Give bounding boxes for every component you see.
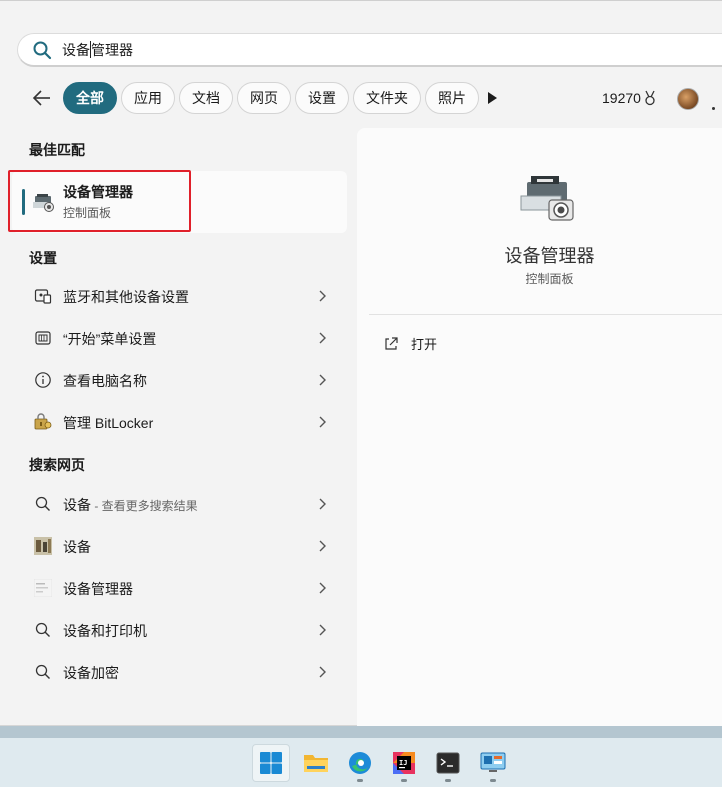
- web-thumbnail-icon: [34, 579, 52, 597]
- search-icon: [35, 622, 50, 637]
- filter-documents[interactable]: 文档: [179, 82, 233, 114]
- search-value-after-caret: 管理器: [91, 41, 133, 58]
- running-indicator: [357, 779, 363, 782]
- settings-item-label: 管理 BitLocker: [63, 415, 154, 431]
- filter-chips: 全部 应用 文档 网页 设置 文件夹 照片: [63, 82, 479, 114]
- open-action-label: 打开: [411, 337, 438, 352]
- chevron-right-icon: [319, 498, 326, 510]
- search-input[interactable]: 设备管理器: [62, 40, 133, 60]
- search-icon: [33, 41, 52, 59]
- rewards-points-value: 19270: [602, 90, 641, 106]
- web-item-device[interactable]: 设备: [12, 527, 347, 565]
- filter-all[interactable]: 全部: [63, 82, 117, 114]
- web-item-sub: - 查看更多搜索结果: [91, 499, 198, 513]
- chevron-right-icon: [319, 540, 326, 552]
- web-item-label: 设备加密: [63, 665, 119, 681]
- best-match-heading: 最佳匹配: [29, 142, 85, 158]
- bluetooth-devices-icon: [34, 289, 52, 304]
- user-avatar[interactable]: [677, 88, 699, 110]
- web-search-heading: 搜索网页: [29, 457, 85, 473]
- settings-heading: 设置: [29, 250, 57, 266]
- filter-apps[interactable]: 应用: [121, 82, 175, 114]
- info-icon: [35, 372, 51, 388]
- medal-icon: [645, 90, 655, 106]
- start-icon: [260, 752, 282, 774]
- chevron-right-icon: [319, 624, 326, 636]
- more-options-icon[interactable]: [712, 97, 718, 110]
- filter-folders[interactable]: 文件夹: [353, 82, 421, 114]
- settings-item-bitlocker[interactable]: 管理 BitLocker: [12, 403, 347, 441]
- web-item-device-manager[interactable]: 设备管理器: [12, 569, 347, 607]
- settings-item-bluetooth[interactable]: 蓝牙和其他设备设置: [12, 277, 347, 315]
- settings-item-pc-name[interactable]: 查看电脑名称: [12, 361, 347, 399]
- rewards-points[interactable]: 19270: [602, 90, 657, 106]
- preview-pane: 设备管理器 控制面板 打开: [357, 128, 722, 726]
- chevron-right-icon: [319, 332, 326, 344]
- back-arrow-icon[interactable]: [30, 86, 54, 110]
- more-filters-play-icon[interactable]: [488, 92, 497, 104]
- start-menu-icon: [35, 331, 51, 345]
- search-icon: [35, 664, 50, 679]
- search-box[interactable]: 设备管理器: [17, 33, 722, 67]
- open-action[interactable]: 打开: [383, 334, 437, 353]
- taskbar-start-button[interactable]: [252, 744, 290, 782]
- preview-title: 设备管理器: [504, 246, 595, 266]
- svg-text:IJ: IJ: [399, 759, 407, 767]
- edge-icon: [349, 752, 371, 774]
- web-item-label: 设备: [63, 539, 91, 555]
- web-item-label: 设备管理器: [63, 581, 133, 597]
- intellij-icon: IJ: [393, 752, 415, 774]
- file-explorer-icon: [304, 755, 328, 772]
- taskbar-file-explorer[interactable]: [297, 744, 335, 782]
- running-indicator: [490, 779, 496, 782]
- start-search-panel: 设备管理器 全部 应用 文档 网页 设置 文件夹 照片 19270 最佳匹配 设…: [0, 0, 722, 726]
- settings-item-label: 蓝牙和其他设备设置: [63, 289, 189, 305]
- search-value-before-caret: 设备: [62, 41, 90, 58]
- preview-category: 控制面板: [525, 272, 574, 286]
- chevron-right-icon: [319, 374, 326, 386]
- web-thumbnail-icon: [34, 537, 52, 555]
- annotation-red-box: [8, 170, 191, 232]
- web-item-label: 设备和打印机: [63, 623, 147, 639]
- taskbar-remote-desktop[interactable]: [474, 744, 512, 782]
- search-icon: [35, 496, 50, 511]
- web-item-query: 设备: [63, 497, 91, 513]
- chevron-right-icon: [319, 416, 326, 428]
- terminal-icon: [436, 752, 460, 774]
- running-indicator: [445, 779, 451, 782]
- web-item-device-encryption[interactable]: 设备加密: [12, 653, 347, 691]
- panel-top-border: [0, 0, 722, 1]
- settings-item-label: 查看电脑名称: [63, 373, 147, 389]
- filter-settings[interactable]: 设置: [295, 82, 349, 114]
- bitlocker-icon: [34, 413, 52, 430]
- web-item-more-results[interactable]: 设备 - 查看更多搜索结果: [12, 485, 347, 523]
- web-item-label: 设备 - 查看更多搜索结果: [63, 495, 198, 515]
- taskbar-edge[interactable]: [341, 744, 379, 782]
- chevron-right-icon: [319, 290, 326, 302]
- chevron-right-icon: [319, 666, 326, 678]
- web-item-devices-printers[interactable]: 设备和打印机: [12, 611, 347, 649]
- settings-item-start-menu[interactable]: “开始”菜单设置: [12, 319, 347, 357]
- device-manager-icon: [520, 176, 574, 221]
- open-external-icon: [385, 336, 398, 350]
- chevron-right-icon: [319, 582, 326, 594]
- filter-web[interactable]: 网页: [237, 82, 291, 114]
- filter-photos[interactable]: 照片: [425, 82, 479, 114]
- remote-desktop-icon: [480, 752, 506, 772]
- settings-item-label: “开始”菜单设置: [63, 331, 157, 347]
- preview-divider: [369, 314, 722, 315]
- running-indicator: [401, 779, 407, 782]
- taskbar-intellij[interactable]: IJ: [385, 744, 423, 782]
- taskbar-terminal[interactable]: [429, 744, 467, 782]
